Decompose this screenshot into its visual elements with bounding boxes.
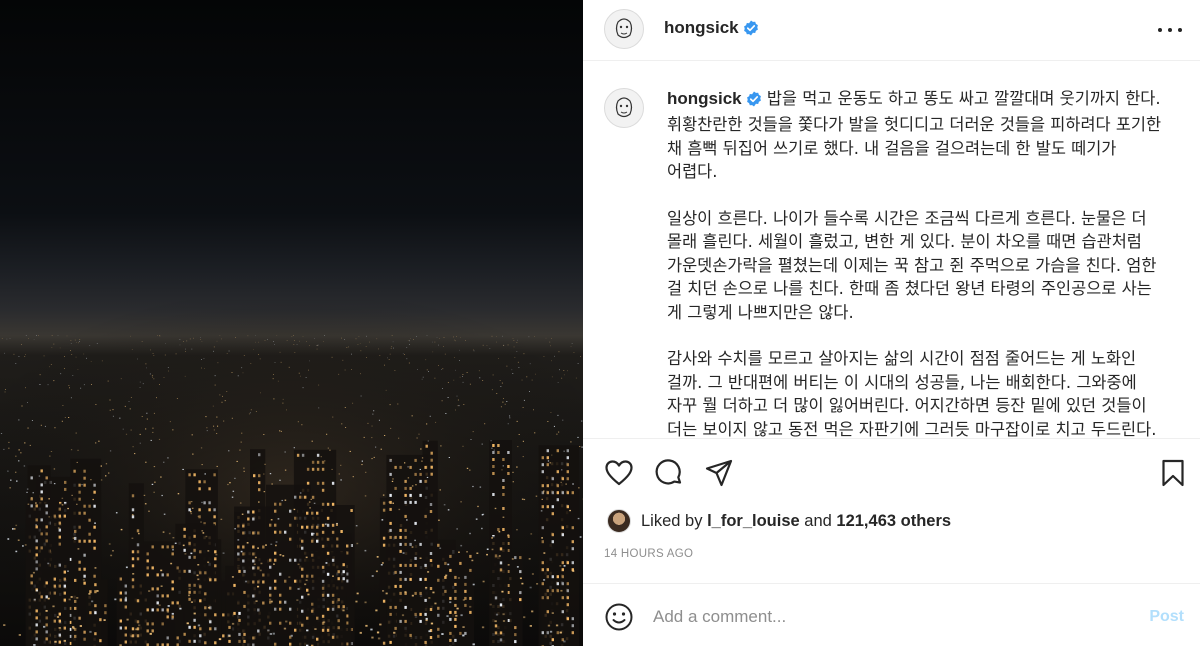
paper-plane-icon[interactable] — [704, 458, 734, 488]
author-username-text[interactable]: hongsick — [664, 18, 739, 37]
verified-badge-icon — [746, 90, 762, 113]
caption-section: hongsick 밥을 먹고 운동도 하고 똥도 싸고 깔깔대며 웃기까지 한다… — [583, 68, 1200, 438]
verified-badge-icon — [743, 20, 759, 41]
sketch-face-icon — [615, 97, 633, 118]
heart-icon[interactable] — [604, 458, 634, 488]
author-avatar[interactable] — [604, 9, 644, 49]
comment-form: Post — [583, 584, 1200, 646]
more-options-icon[interactable] — [1158, 20, 1182, 40]
smiley-icon[interactable] — [604, 602, 634, 632]
liked-by-and: and — [804, 511, 832, 530]
liker-avatar[interactable] — [607, 509, 631, 533]
comment-bubble-icon[interactable] — [654, 458, 684, 488]
post-detail-panel: hongsick hongsick 밥을 먹고 운동도 하고 똥도 싸고 깔깔대… — [583, 0, 1200, 646]
action-bar — [583, 450, 1200, 496]
divider — [583, 438, 1200, 439]
likes-summary: Liked by l_for_louise and 121,463 others — [607, 509, 951, 533]
night-city-photo — [0, 0, 583, 646]
caption-text: hongsick 밥을 먹고 운동도 하고 똥도 싸고 깔깔대며 웃기까지 한다… — [667, 87, 1167, 438]
caption-body: 밥을 먹고 운동도 하고 똥도 싸고 깔깔대며 웃기까지 한다. 휘황찬란한 것… — [667, 89, 1162, 438]
liked-by-prefix: Liked by — [641, 511, 703, 530]
post-image[interactable] — [0, 0, 583, 646]
caption-avatar[interactable] — [604, 88, 644, 128]
post-timestamp[interactable]: 14 HOURS AGO — [604, 548, 693, 560]
liked-by-user[interactable]: l_for_louise — [707, 512, 800, 531]
others-count-link[interactable]: 121,463 others — [836, 512, 951, 531]
comment-input[interactable] — [653, 604, 1123, 630]
caption-username[interactable]: hongsick — [667, 89, 742, 108]
bookmark-icon[interactable] — [1158, 458, 1188, 488]
author-username[interactable]: hongsick — [664, 18, 759, 41]
sketch-face-icon — [615, 18, 633, 39]
post-comment-button[interactable]: Post — [1149, 608, 1184, 626]
post-header: hongsick — [583, 0, 1200, 61]
